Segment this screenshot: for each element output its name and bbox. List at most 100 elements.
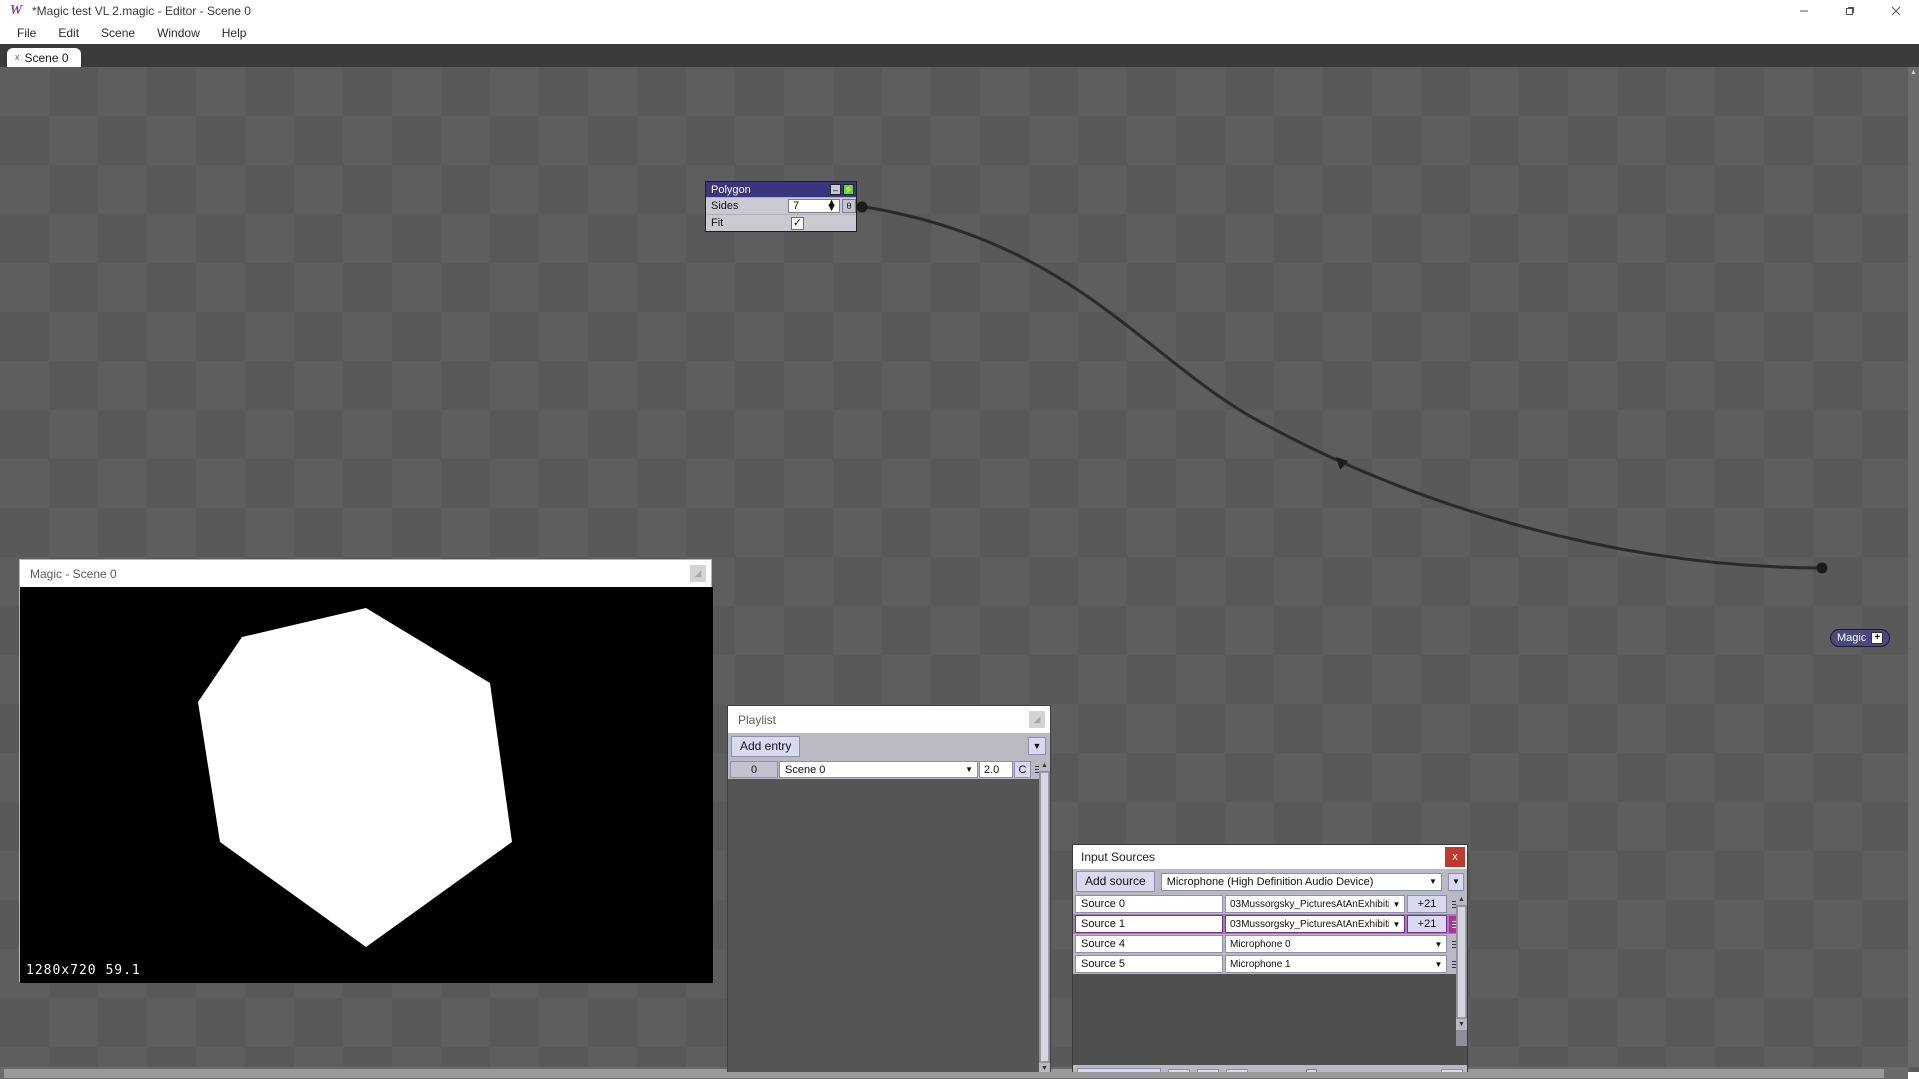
source-list: Source 0 03Mussorgsky_PicturesAtAnExhibi… (1073, 894, 1467, 1046)
playlist-scroll-thumb[interactable] (1040, 772, 1049, 1062)
playlist-row-index: 0 (730, 761, 778, 778)
scroll-up-icon[interactable]: ▲ (1908, 67, 1919, 78)
magic-output-node[interactable]: Magic + (1830, 629, 1891, 647)
chevron-down-icon[interactable]: ▼ (1389, 896, 1404, 912)
playback-time: 00:06.9 (1255, 1071, 1295, 1072)
polygon-fit-checkbox[interactable]: ✓ (791, 216, 804, 230)
scroll-down-icon[interactable]: ▼ (1039, 1063, 1050, 1072)
playlist-resize-handle-icon[interactable]: ◢ (1029, 711, 1045, 728)
input-sources-scrollbar[interactable]: ▲ ▼ (1456, 894, 1467, 1046)
add-source-button[interactable]: Add source (1076, 871, 1155, 892)
menu-edit[interactable]: Edit (47, 23, 90, 43)
chevron-down-icon[interactable]: ▼ (1389, 916, 1404, 932)
table-row[interactable]: 0 Scene 0 ▼ 2.0 C (728, 760, 1050, 779)
add-icon[interactable]: + (1871, 632, 1884, 644)
playlist-panel[interactable]: Playlist ◢ Add entry ▼ 0 Scene 0 ▼ 2.0 C (727, 705, 1051, 1072)
chevron-down-icon[interactable]: ▼ (965, 765, 973, 774)
loop-icon[interactable]: ↺ (1441, 1069, 1463, 1072)
source-gain[interactable]: +21 (1407, 895, 1447, 913)
play-icon[interactable]: ▶ (1168, 1069, 1191, 1072)
magic-node-label: Magic (1837, 632, 1867, 644)
chevron-down-icon[interactable]: ▼ (1431, 936, 1446, 952)
tab-scene-0[interactable]: x Scene 0 (7, 48, 81, 67)
app-root: W *Magic test VL 2.magic - Editor - Scen… (0, 0, 1919, 1079)
preview-title-bar[interactable]: Magic - Scene 0 ◢ (20, 560, 711, 587)
input-sources-scroll-thumb[interactable] (1457, 906, 1466, 1018)
close-icon[interactable] (1873, 0, 1919, 22)
table-row[interactable]: Source 0 03Mussorgsky_PicturesAtAnExhibi… (1073, 894, 1467, 914)
source-device-select[interactable]: Microphone 0 ▼ (1225, 935, 1447, 953)
playlist-options-dropdown-icon[interactable]: ▼ (1028, 737, 1046, 755)
preview-render-area: 1280x720 59.1 (20, 587, 713, 983)
polygon-sides-label: Sides (711, 200, 739, 212)
playlist-row-scene-value: Scene 0 (785, 763, 826, 776)
chevron-down-icon[interactable]: ▼ (1425, 873, 1441, 890)
canvas-vertical-scrollbar[interactable]: ▲ (1908, 67, 1919, 1067)
rewind-icon[interactable]: ⏮ (1226, 1069, 1249, 1072)
add-entry-button[interactable]: Add entry (731, 736, 801, 757)
preview-window[interactable]: Magic - Scene 0 ◢ 1280x720 59.1 (19, 559, 713, 983)
minimize-node-icon[interactable]: – (830, 184, 841, 195)
slider-thumb[interactable] (1306, 1069, 1318, 1072)
scroll-down-icon[interactable]: ▼ (1456, 1019, 1467, 1030)
table-row[interactable]: Source 4 Microphone 0 ▼ (1073, 934, 1467, 954)
input-sources-toolbar: Add source Microphone (High Definition A… (1073, 869, 1467, 894)
transport-bar: Add file(s)… ▶ ‖ ⏮ 00:06.9 ↺ (1073, 1065, 1467, 1072)
polygon-node-title-bar[interactable]: Polygon – ⚡ (706, 182, 856, 197)
menu-help[interactable]: Help (211, 23, 258, 43)
table-row[interactable]: Source 5 Microphone 1 ▼ (1073, 954, 1467, 974)
polygon-fit-row: Fit ✓ (706, 214, 856, 231)
source-device-select[interactable]: Microphone 1 ▼ (1225, 955, 1447, 973)
device-select[interactable]: Microphone (High Definition Audio Device… (1160, 872, 1442, 891)
playback-slider[interactable] (1302, 1069, 1434, 1072)
pause-icon[interactable]: ‖ (1197, 1069, 1220, 1072)
tab-strip: x Scene 0 (0, 44, 1919, 67)
playlist-scrollbar[interactable]: ▲ ▼ (1039, 760, 1050, 1072)
close-icon[interactable]: x (1445, 847, 1465, 867)
playlist-title-bar[interactable]: Playlist ◢ (728, 706, 1050, 733)
playlist-toolbar: Add entry ▼ (728, 733, 1050, 760)
polygon-render (198, 608, 512, 947)
playlist-row-duration[interactable]: 2.0 (979, 761, 1013, 778)
input-sources-panel[interactable]: Input Sources x Add source Microphone (H… (1072, 844, 1468, 1072)
minimize-icon[interactable] (1781, 0, 1827, 22)
input-sources-title-bar[interactable]: Input Sources x (1073, 845, 1467, 869)
playlist-row-crossfade-button[interactable]: C (1014, 761, 1031, 778)
polygon-fit-label: Fit (711, 217, 724, 229)
menu-window[interactable]: Window (146, 23, 211, 43)
menu-scene[interactable]: Scene (90, 23, 146, 43)
restore-icon[interactable] (1827, 0, 1873, 22)
source-name: Source 0 (1075, 895, 1223, 913)
source-name: Source 5 (1075, 955, 1223, 973)
tab-close-icon[interactable]: x (15, 53, 20, 62)
magic-logo-icon: W (9, 3, 23, 18)
resize-handle-icon[interactable]: ◢ (690, 565, 706, 582)
source-device-select[interactable]: 03Mussorgsky_PicturesAtAnExhibiti… ▼ (1225, 915, 1405, 933)
polygon-sides-link-icon[interactable]: θ (842, 199, 856, 213)
menu-file[interactable]: File (6, 23, 47, 43)
preview-title: Magic - Scene 0 (30, 566, 117, 581)
table-row[interactable]: Source 1 03Mussorgsky_PicturesAtAnExhibi… (1073, 914, 1467, 934)
window-title: *Magic test VL 2.magic - Editor - Scene … (32, 4, 251, 18)
tab-label: Scene 0 (24, 50, 69, 65)
chevron-down-icon[interactable]: ▼ (1431, 956, 1446, 972)
polygon-node[interactable]: Polygon – ⚡ Sides 7 ▲ ▼ θ Fit ✓ (705, 181, 857, 232)
add-files-button[interactable]: Add file(s)… (1077, 1067, 1162, 1072)
polygon-sides-row: Sides 7 ▲ ▼ θ (706, 197, 856, 214)
node-canvas[interactable]: Polygon – ⚡ Sides 7 ▲ ▼ θ Fit ✓ Magic + … (0, 67, 1919, 1072)
source-device-value: 03Mussorgsky_PicturesAtAnExhibiti… (1230, 918, 1401, 930)
device-options-icon[interactable]: ▼ (1448, 872, 1464, 891)
source-gain[interactable]: +21 (1407, 915, 1447, 933)
scroll-up-icon[interactable]: ▲ (1039, 760, 1050, 771)
scroll-up-icon[interactable]: ▲ (1456, 894, 1467, 905)
polygon-sides-value: 7 (793, 200, 800, 212)
bolt-icon[interactable]: ⚡ (843, 184, 854, 195)
playlist-title: Playlist (738, 712, 777, 727)
polygon-sides-spinner[interactable]: 7 ▲ ▼ (788, 198, 840, 214)
source-device-select[interactable]: 03Mussorgsky_PicturesAtAnExhibiti… ▼ (1225, 895, 1405, 913)
source-device-value: 03Mussorgsky_PicturesAtAnExhibiti… (1230, 898, 1401, 910)
playlist-row-scene-select[interactable]: Scene 0 ▼ (779, 761, 978, 778)
menu-bar: File Edit Scene Window Help (0, 22, 1919, 44)
window-controls (1781, 0, 1919, 22)
spinner-arrows-icon[interactable]: ▲ ▼ (818, 198, 837, 214)
